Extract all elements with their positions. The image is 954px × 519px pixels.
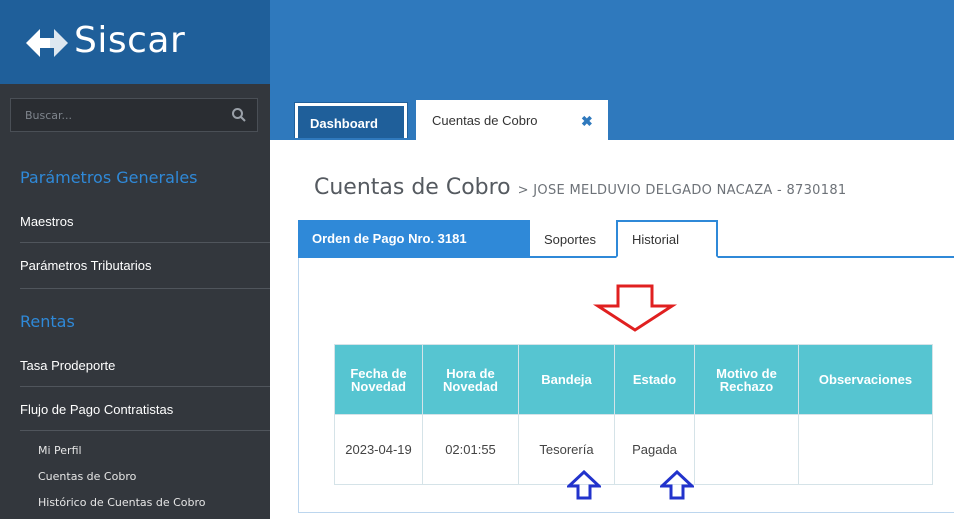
tab-dashboard-label: Dashboard <box>298 106 404 138</box>
brand[interactable]: Siscar <box>0 0 270 84</box>
sidebar-subitem-historico[interactable]: Histórico de Cuentas de Cobro <box>38 496 206 509</box>
sidebar-item-maestros[interactable]: Maestros <box>20 214 270 229</box>
page: Siscar Parámetros Generales Maestros Par… <box>0 0 954 519</box>
blue-up-arrow-icon <box>660 470 694 500</box>
search-box <box>10 98 258 132</box>
siscar-logo-icon <box>26 29 68 57</box>
sidebar-subitem-cuentas-cobro[interactable]: Cuentas de Cobro <box>38 470 136 483</box>
column-header: Estado <box>614 344 695 415</box>
sidebar-item-tasa-prodeporte[interactable]: Tasa Prodeporte <box>20 358 270 373</box>
sidebar-subitem-mi-perfil[interactable]: Mi Perfil <box>38 444 82 457</box>
tab-cuentas-label: Cuentas de Cobro <box>432 113 538 128</box>
close-icon[interactable]: ✖ <box>581 113 593 130</box>
column-header: Fecha de Novedad <box>334 344 423 415</box>
tab-bar: Dashboard Cuentas de Cobro ✖ <box>270 84 954 140</box>
search-icon[interactable] <box>231 107 247 123</box>
page-subtitle: > JOSE MELDUVIO DELGADO NACAZA - 8730181 <box>517 183 847 198</box>
sidebar-item-parametros-tributarios[interactable]: Parámetros Tributarios <box>20 258 270 273</box>
divider <box>20 242 270 243</box>
table-cell <box>798 414 933 485</box>
table-cell: 2023-04-19 <box>334 414 423 485</box>
column-header: Motivo de Rechazo <box>694 344 799 415</box>
table-cell <box>694 414 799 485</box>
section-title-parametros[interactable]: Parámetros Generales <box>20 168 198 187</box>
table-cell: 02:01:55 <box>422 414 519 485</box>
divider <box>20 386 270 387</box>
column-header: Bandeja <box>518 344 615 415</box>
divider <box>20 288 270 289</box>
page-title: Cuentas de Cobro > JOSE MELDUVIO DELGADO… <box>314 175 846 200</box>
tab-dashboard[interactable]: Dashboard <box>294 102 408 138</box>
subtab-orden-de-pago[interactable]: Orden de Pago Nro. 3181 <box>298 220 530 258</box>
search-input[interactable] <box>11 99 221 131</box>
table-row: 2023-04-19 02:01:55 Tesorería Pagada <box>334 414 933 485</box>
page-title-text: Cuentas de Cobro <box>314 175 511 200</box>
sidebar: Parámetros Generales Maestros Parámetros… <box>0 84 270 519</box>
column-header: Observaciones <box>798 344 933 415</box>
history-table: Fecha de Novedad Hora de Novedad Bandeja… <box>334 344 933 485</box>
column-header: Hora de Novedad <box>422 344 519 415</box>
main-content: Dashboard Cuentas de Cobro ✖ Cuentas de … <box>270 84 954 519</box>
divider <box>20 430 270 431</box>
tab-cuentas-de-cobro[interactable]: Cuentas de Cobro ✖ <box>416 100 608 140</box>
sidebar-item-flujo-pago[interactable]: Flujo de Pago Contratistas <box>20 402 270 417</box>
subtab-soportes[interactable]: Soportes <box>532 224 612 256</box>
brand-name: Siscar <box>74 20 186 61</box>
blue-up-arrow-icon <box>567 470 601 500</box>
red-down-arrow-icon <box>592 284 678 332</box>
section-title-rentas[interactable]: Rentas <box>20 312 75 331</box>
subtab-historial[interactable]: Historial <box>616 220 718 258</box>
table-header-row: Fecha de Novedad Hora de Novedad Bandeja… <box>334 344 933 415</box>
subtab-arrow <box>514 220 528 258</box>
